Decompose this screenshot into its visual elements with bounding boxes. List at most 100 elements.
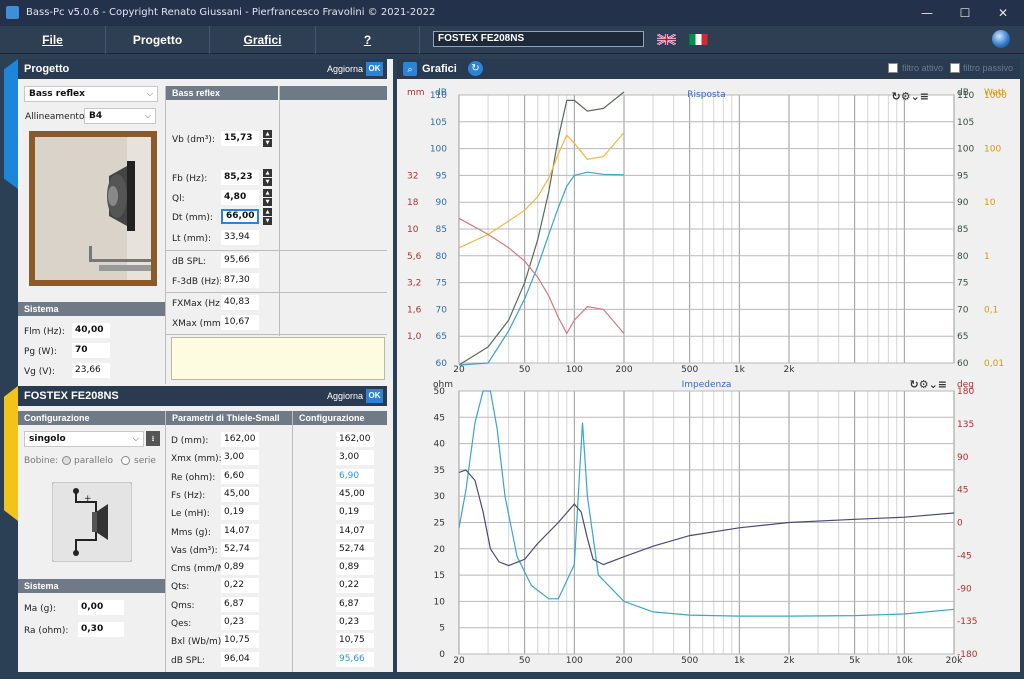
globe-icon[interactable]: [992, 30, 1010, 48]
xmax-value: 10,67: [221, 315, 259, 330]
ts-param-label: Fs (Hz):: [171, 490, 206, 501]
ts-param-value[interactable]: 10,75: [221, 633, 259, 649]
x-tick-risposta: 20: [453, 365, 465, 375]
menu-file[interactable]: File: [0, 26, 106, 54]
progetto-ok-button[interactable]: OK: [366, 62, 383, 76]
ohm-tick: 5: [439, 624, 445, 634]
ts-param-label: Le (mH):: [171, 509, 210, 520]
ts-param-value[interactable]: 6,60: [221, 468, 259, 484]
search-icon[interactable]: ⌕: [403, 62, 417, 76]
db-left-tick: 95: [436, 171, 447, 181]
ma-value[interactable]: 0,00: [78, 600, 124, 615]
ra-value[interactable]: 0,30: [78, 622, 124, 637]
box-type-value: Bass reflex: [29, 89, 85, 99]
serie-label: serie: [134, 456, 156, 466]
db-left-tick: 100: [430, 145, 447, 155]
ts-param-value[interactable]: 0,22: [221, 578, 259, 594]
pg-label: Pg (W):: [24, 347, 57, 357]
bobine-label: Bobine:: [24, 456, 59, 466]
ts-param-config-value: 162,00: [336, 432, 374, 447]
menu-help[interactable]: ?: [316, 26, 420, 54]
maximize-button[interactable]: ☐: [950, 4, 980, 22]
db-right-tick: 70: [957, 305, 969, 315]
ts-param-label: Vas (dm³):: [171, 545, 218, 556]
ohm-tick: 25: [434, 519, 445, 529]
filtro-attivo-label: filtro attivo: [902, 63, 944, 73]
ts-param-value[interactable]: 0,23: [221, 615, 259, 630]
dt-value[interactable]: 66,00: [221, 209, 259, 224]
fb-spinner[interactable]: ▲ ▼: [263, 169, 272, 186]
filtro-passivo-checkbox[interactable]: [950, 63, 960, 73]
db-right-tick: 100: [957, 145, 974, 155]
menu-progetto[interactable]: Progetto: [106, 26, 210, 54]
flm-value[interactable]: 40,00: [72, 323, 110, 338]
notes-box[interactable]: [171, 337, 385, 380]
deg-unit: deg: [957, 380, 974, 390]
speaker-name-field[interactable]: FOSTEX FE208NS: [433, 31, 644, 47]
italy-flag-icon[interactable]: [689, 34, 708, 45]
ts-param-value[interactable]: 14,07: [221, 523, 259, 539]
watt-tick: 0,01: [984, 359, 1004, 369]
refresh-icon[interactable]: ↻: [468, 61, 483, 76]
ts-param-value[interactable]: 96,04: [221, 651, 259, 667]
grafici-title: Grafici: [422, 63, 457, 75]
x-tick-impedenza: 5k: [849, 656, 861, 666]
sistema-header: Sistema: [18, 302, 165, 316]
driver-ok-button[interactable]: OK: [366, 389, 383, 403]
db-right-tick: 85: [957, 225, 968, 235]
lt-value: 33,94: [221, 230, 259, 245]
ql-spinner[interactable]: ▲ ▼: [263, 189, 272, 206]
serie-radio[interactable]: [121, 456, 130, 465]
divider: [279, 86, 280, 336]
app-icon: [6, 6, 19, 19]
ts-param-value[interactable]: 3,00: [221, 450, 259, 466]
ts-param-value[interactable]: 45,00: [221, 486, 259, 502]
pg-value[interactable]: 70: [72, 343, 110, 358]
driver-aggiorna-label: Aggiorna: [326, 391, 363, 401]
filtro-attivo-checkbox[interactable]: [888, 63, 898, 73]
ts-param-label: Qts:: [171, 582, 190, 593]
download-icon[interactable]: ⭳: [146, 431, 160, 446]
x-tick-impedenza: 10k: [896, 656, 913, 666]
minimize-button[interactable]: —: [912, 4, 942, 22]
mm-tick: 18: [407, 198, 419, 208]
config-select[interactable]: singolo ⌵: [24, 431, 144, 447]
ts-param-config-value: 0,19: [336, 505, 374, 521]
driver-header: FOSTEX FE208NS Aggiorna OK: [18, 386, 387, 406]
ts-param-config-value: 0,22: [336, 578, 374, 594]
f3db-value: 87,30: [221, 273, 259, 288]
vg-label: Vg (V):: [24, 367, 55, 377]
ts-param-label: Re (ohm):: [171, 472, 216, 483]
x-tick-impedenza: 2k: [784, 656, 796, 666]
uk-flag-icon[interactable]: [657, 34, 676, 45]
vb-value[interactable]: 15,73: [221, 131, 259, 146]
fb-value[interactable]: 85,23: [221, 170, 259, 185]
box-type-select[interactable]: Bass reflex ⌵: [24, 86, 158, 102]
ts-param-config-value: 95,66: [336, 651, 374, 667]
dbspl-label: dB SPL:: [172, 257, 206, 267]
ts-param-value[interactable]: 0,89: [221, 560, 259, 576]
watt-unit: Watt: [984, 88, 1005, 98]
parallelo-radio[interactable]: [62, 456, 71, 465]
ts-header: Parametri di Thiele-Small: [166, 411, 292, 425]
x-tick-risposta: 50: [519, 365, 531, 375]
db-left-tick: 85: [436, 225, 447, 235]
ts-param-value[interactable]: 52,74: [221, 541, 259, 557]
db-left-tick: 60: [436, 359, 448, 369]
menu-grafici[interactable]: Grafici: [210, 26, 316, 54]
bass-reflex-subheader: Bass reflex: [166, 86, 278, 100]
close-button[interactable]: ✕: [988, 4, 1018, 22]
bass-reflex-subheader-extra: [280, 86, 387, 100]
vb-spinner[interactable]: ▲ ▼: [263, 130, 272, 147]
db-right-tick: 80: [957, 252, 969, 262]
dt-spinner[interactable]: ▲ ▼: [263, 208, 272, 225]
chevron-down-icon: ⌵: [146, 89, 153, 98]
ql-value[interactable]: 4,80: [221, 190, 259, 205]
db-right-tick: 75: [957, 279, 968, 289]
allineamento-select[interactable]: B4 ⌵: [84, 108, 156, 124]
watt-tick: 0,1: [984, 305, 998, 315]
ts-param-value[interactable]: 0,19: [221, 505, 259, 521]
ts-param-value[interactable]: 6,87: [221, 596, 259, 612]
ts-param-config-value: 0,23: [336, 615, 374, 630]
ts-param-value[interactable]: 162,00: [221, 432, 259, 447]
